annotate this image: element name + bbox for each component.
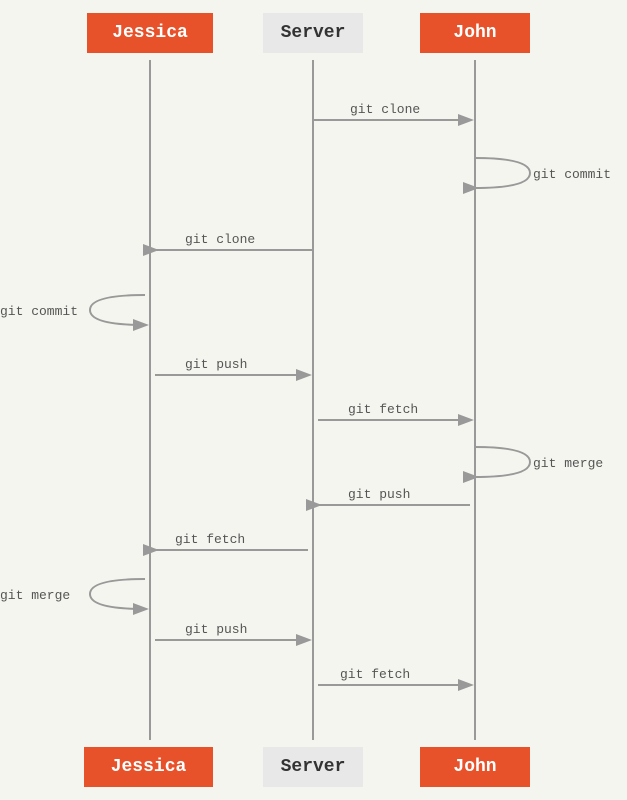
jessica-label-bottom: Jessica <box>111 757 187 777</box>
svg-text:git push: git push <box>185 622 247 637</box>
svg-text:git clone: git clone <box>185 232 255 247</box>
john-actor-top: John <box>420 13 530 53</box>
svg-text:git fetch: git fetch <box>175 532 245 547</box>
john-label-bottom: John <box>453 757 496 777</box>
server-actor-bottom: Server <box>263 747 363 787</box>
server-label-bottom: Server <box>281 757 346 777</box>
svg-text:git commit: git commit <box>0 304 78 319</box>
john-lifeline <box>474 60 476 740</box>
svg-text:git merge: git merge <box>0 588 70 603</box>
jessica-actor-top: Jessica <box>87 13 213 53</box>
svg-text:git fetch: git fetch <box>340 667 410 682</box>
jessica-actor-bottom: Jessica <box>84 747 213 787</box>
server-lifeline <box>312 60 314 740</box>
john-actor-bottom: John <box>420 747 530 787</box>
jessica-label-top: Jessica <box>112 23 188 43</box>
svg-text:git push: git push <box>185 357 247 372</box>
svg-text:git commit: git commit <box>533 167 611 182</box>
svg-text:git merge: git merge <box>533 456 603 471</box>
svg-text:git fetch: git fetch <box>348 402 418 417</box>
svg-text:git push: git push <box>348 487 410 502</box>
john-label-top: John <box>453 23 496 43</box>
server-actor-top: Server <box>263 13 363 53</box>
svg-text:git clone: git clone <box>350 102 420 117</box>
server-label-top: Server <box>281 23 346 43</box>
jessica-lifeline <box>149 60 151 740</box>
